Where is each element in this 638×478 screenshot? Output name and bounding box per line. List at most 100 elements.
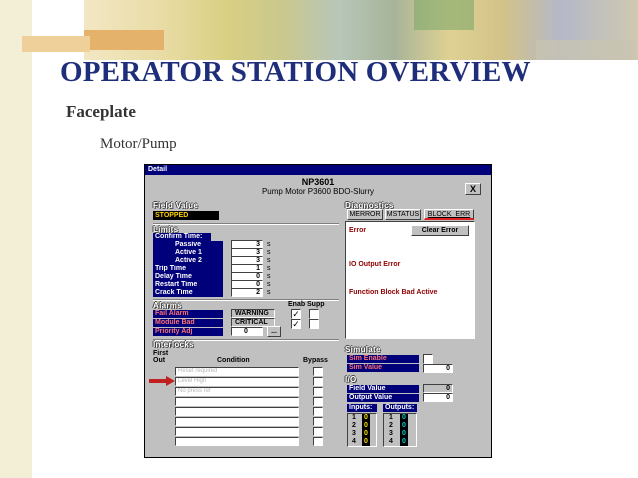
input-led: 0 <box>362 430 370 438</box>
input-number: 3 <box>352 430 356 437</box>
first-out-label: First Out <box>153 350 169 364</box>
bypass-checkbox[interactable] <box>313 417 323 426</box>
outputs-label: Outputs: <box>383 404 417 412</box>
input-led: 0 <box>362 438 370 446</box>
io-output-error-label: IO Output Error <box>349 261 401 268</box>
faceplate-window: Detail NP3601 Pump Motor P3600 BDO-Slurr… <box>144 164 492 458</box>
limit-label: Crack Time <box>153 289 223 297</box>
simulate-header: Simulate <box>345 345 381 354</box>
limit-unit: s <box>267 265 271 272</box>
interlocks-header: Interlocks <box>153 340 194 349</box>
page-title: OPERATOR STATION OVERVIEW <box>60 56 531 88</box>
input-led: 0 <box>362 422 370 430</box>
alarm-label: Module Bad <box>153 319 223 327</box>
supp-checkbox[interactable] <box>309 309 319 319</box>
limit-label: Passive <box>153 241 223 249</box>
banner-accent <box>536 40 636 60</box>
output-led: 0 <box>400 430 408 438</box>
interlock-condition: Level High <box>175 377 299 386</box>
output-led: 0 <box>400 438 408 446</box>
alarm-label: Fail Alarm <box>153 310 223 318</box>
bypass-checkbox[interactable] <box>313 407 323 416</box>
interlock-condition <box>175 407 299 416</box>
field-value-header: Field Value <box>153 201 199 210</box>
output-number: 3 <box>389 430 393 437</box>
bypass-label: Bypass <box>303 357 328 364</box>
interlock-condition <box>175 437 299 446</box>
output-number: 4 <box>389 438 393 445</box>
limit-label: Trip Time <box>153 265 223 273</box>
slide-subtitle: Faceplate <box>66 102 136 121</box>
close-button[interactable]: X <box>465 183 481 195</box>
limit-unit: s <box>267 289 271 296</box>
inputs-label: Inputs: <box>347 404 377 412</box>
arrow-right-icon <box>149 376 175 386</box>
limit-unit: s <box>267 249 271 256</box>
supp-column-label: Supp <box>307 301 325 308</box>
output-number: 1 <box>389 414 393 421</box>
input-number: 2 <box>352 422 356 429</box>
window-titlebar[interactable]: Detail <box>145 165 491 175</box>
io-header: I/O <box>345 375 357 384</box>
output-number: 2 <box>389 422 393 429</box>
bypass-checkbox[interactable] <box>313 377 323 386</box>
status-badge: STOPPED <box>153 211 219 220</box>
limit-label: Active 2 <box>153 257 223 265</box>
output-led: 0 <box>400 414 408 422</box>
enab-checkbox[interactable]: ✓ <box>291 309 301 319</box>
alarms-header: Alarms <box>153 301 182 310</box>
decorative-left-strip <box>0 0 32 478</box>
limit-label: Delay Time <box>153 273 223 281</box>
bypass-checkbox[interactable] <box>313 427 323 436</box>
tag-name: NP3601 <box>301 177 335 187</box>
interlock-condition: No press ref <box>175 387 299 396</box>
banner-accent <box>84 30 164 50</box>
priority-adj-button[interactable]: ... <box>267 326 281 337</box>
interlock-condition: Reset required <box>175 367 299 376</box>
enab-checkbox[interactable]: ✓ <box>291 319 301 329</box>
sim-enable-label: Sim Enable <box>347 355 419 363</box>
limit-unit: s <box>267 281 271 288</box>
banner-accent <box>414 0 474 30</box>
tag-description: Pump Motor P3600 BDO-Slurry <box>261 187 375 196</box>
limit-value[interactable]: 2 <box>231 288 263 297</box>
supp-checkbox[interactable] <box>309 319 319 329</box>
interlock-condition <box>175 427 299 436</box>
tab-block-err[interactable]: BLOCK_ERR <box>424 209 474 220</box>
bypass-checkbox[interactable] <box>313 437 323 446</box>
function-block-label: Function Block Bad Active <box>349 289 438 296</box>
bypass-checkbox[interactable] <box>313 397 323 406</box>
clear-error-button[interactable]: Clear Error <box>411 225 469 236</box>
alarm-label: Priority Adj <box>153 328 223 336</box>
limit-label: Restart Time <box>153 281 223 289</box>
io-output-value[interactable]: 0 <box>423 393 453 402</box>
input-number: 4 <box>352 438 356 445</box>
io-field-value: 0 <box>423 384 453 393</box>
tab-mstatus[interactable]: MSTATUS <box>385 209 421 220</box>
limit-unit: s <box>267 241 271 248</box>
bypass-checkbox[interactable] <box>313 387 323 396</box>
diagnostics-panel <box>345 221 475 339</box>
slide-subsubtitle: Motor/Pump <box>100 136 177 152</box>
decorative-banner <box>84 0 638 60</box>
io-field-value-label: Field Value <box>347 385 419 393</box>
io-output-value-label: Output Value <box>347 394 419 402</box>
input-number: 1 <box>352 414 356 421</box>
sim-value-field[interactable]: 0 <box>423 364 453 373</box>
interlock-condition <box>175 397 299 406</box>
limit-unit: s <box>267 273 271 280</box>
sim-enable-checkbox[interactable] <box>423 354 433 364</box>
condition-label: Condition <box>217 357 250 364</box>
limit-unit: s <box>267 257 271 264</box>
limit-label: Confirm Time: <box>153 233 211 241</box>
input-led: 0 <box>362 414 370 422</box>
output-led: 0 <box>400 422 408 430</box>
tab-merror[interactable]: MERROR <box>347 209 383 220</box>
divider <box>153 223 339 225</box>
banner-accent <box>22 36 90 52</box>
priority-adj-value[interactable]: 0 <box>231 327 263 336</box>
sim-value-label: Sim Value <box>347 364 419 372</box>
bypass-checkbox[interactable] <box>313 367 323 376</box>
error-label: Error <box>349 227 367 234</box>
alarm-value[interactable]: WARNING <box>231 309 275 318</box>
